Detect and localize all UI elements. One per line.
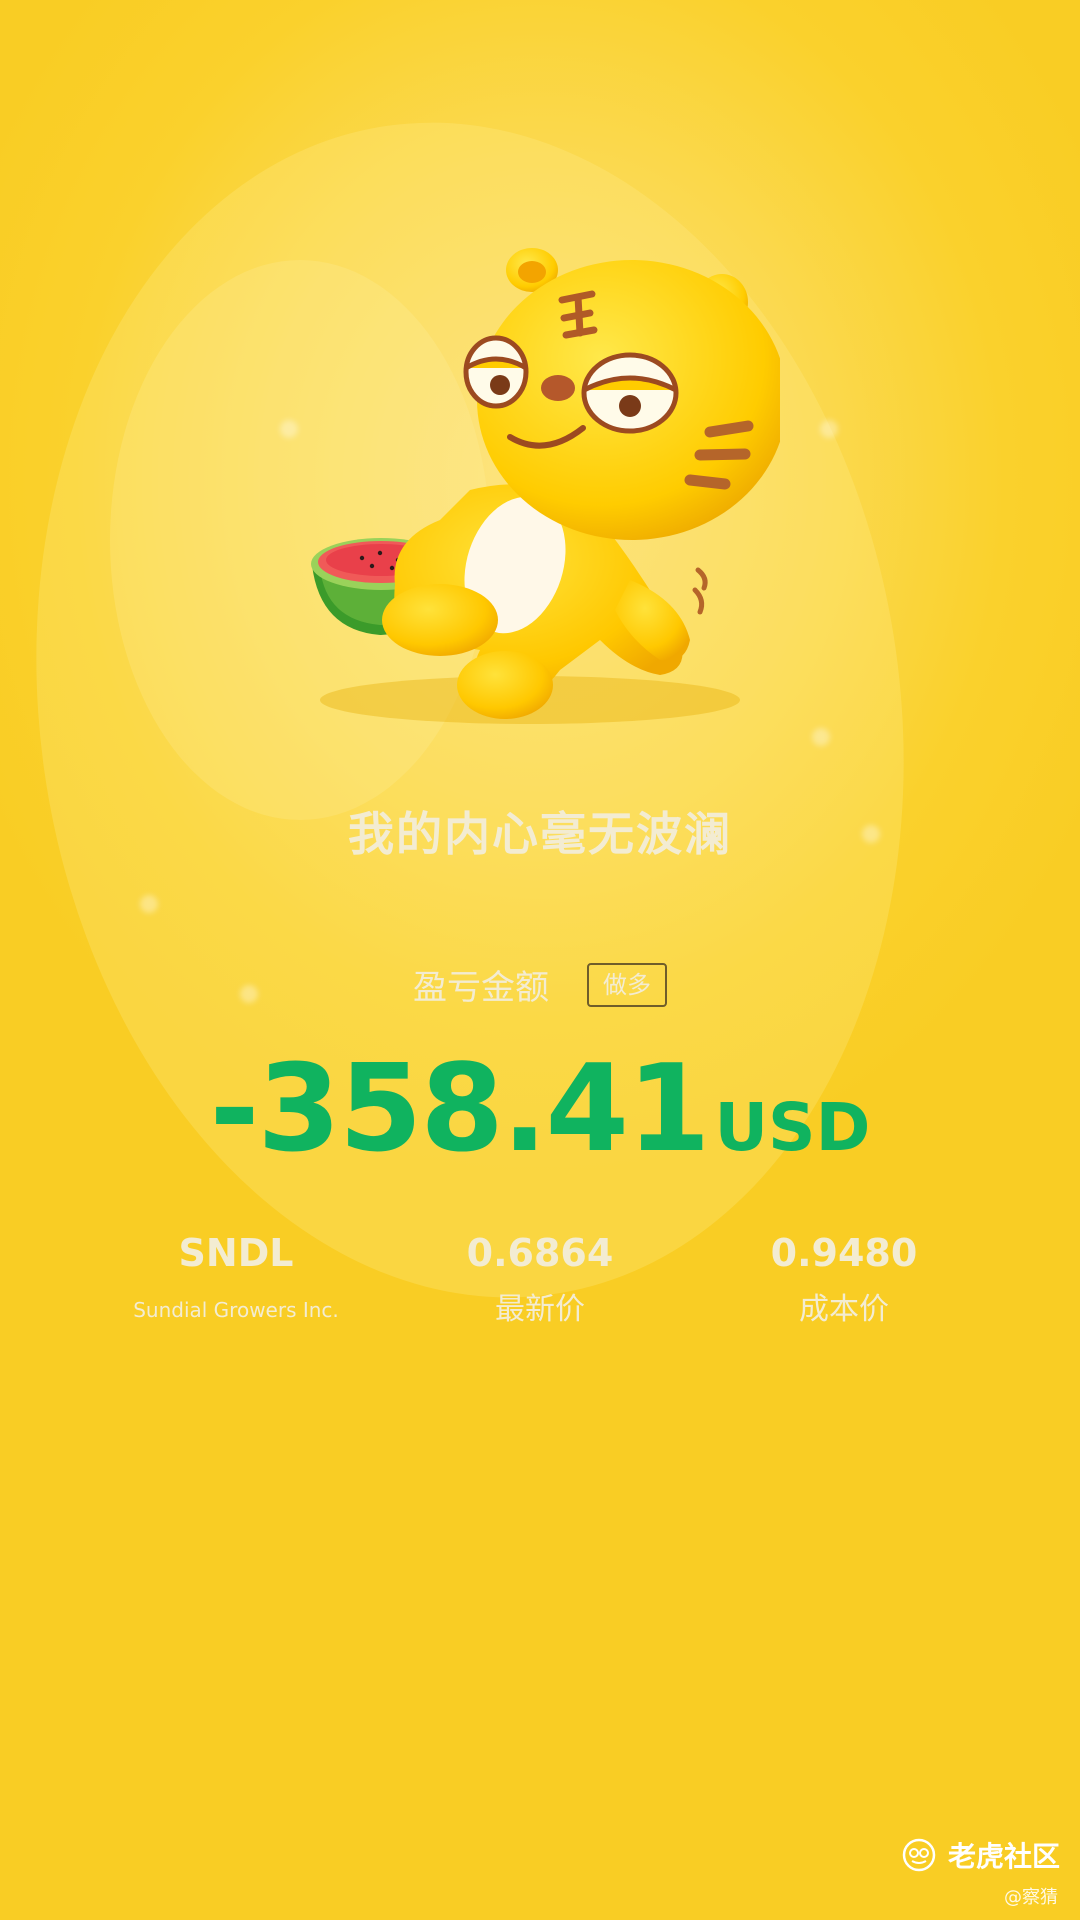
tiger-logo-icon [902, 1838, 936, 1872]
pnl-header: 盈亏金额 做多 [0, 960, 1080, 1009]
tiger-mascot-illustration [311, 248, 780, 724]
latest-price-label: 最新价 [495, 1292, 585, 1327]
cost-price-label: 成本价 [799, 1292, 889, 1327]
brand-mark: 老虎社区 [902, 1835, 1060, 1875]
direction-badge: 做多 [587, 962, 667, 1007]
latest-price-value: 0.6864 [466, 1231, 614, 1275]
sparkle [140, 895, 158, 913]
sparkle [820, 420, 838, 438]
stock-ticker: SNDL [178, 1231, 294, 1275]
stock-info: SNDL Sundial Growers Inc. [66, 1228, 406, 1330]
stock-company-name: Sundial Growers Inc. [133, 1298, 339, 1322]
sparkle [812, 728, 830, 746]
watermark-text: @察猜 [1004, 1887, 1058, 1908]
cost-price-value: 0.9480 [770, 1231, 918, 1275]
pnl-label: 盈亏金额 [413, 968, 549, 1008]
cost-price: 0.9480 成本价 [674, 1228, 1014, 1330]
latest-price: 0.6864 最新价 [370, 1228, 710, 1330]
pnl-amount-value: -358.41 [209, 1040, 711, 1179]
pnl-currency: USD [714, 1089, 871, 1166]
brand-name: 老虎社区 [947, 1840, 1060, 1873]
sparkle [280, 420, 298, 438]
slogan-text: 我的内心毫无波澜 [348, 807, 732, 861]
pnl-amount: -358.41 USD [0, 1040, 1080, 1179]
